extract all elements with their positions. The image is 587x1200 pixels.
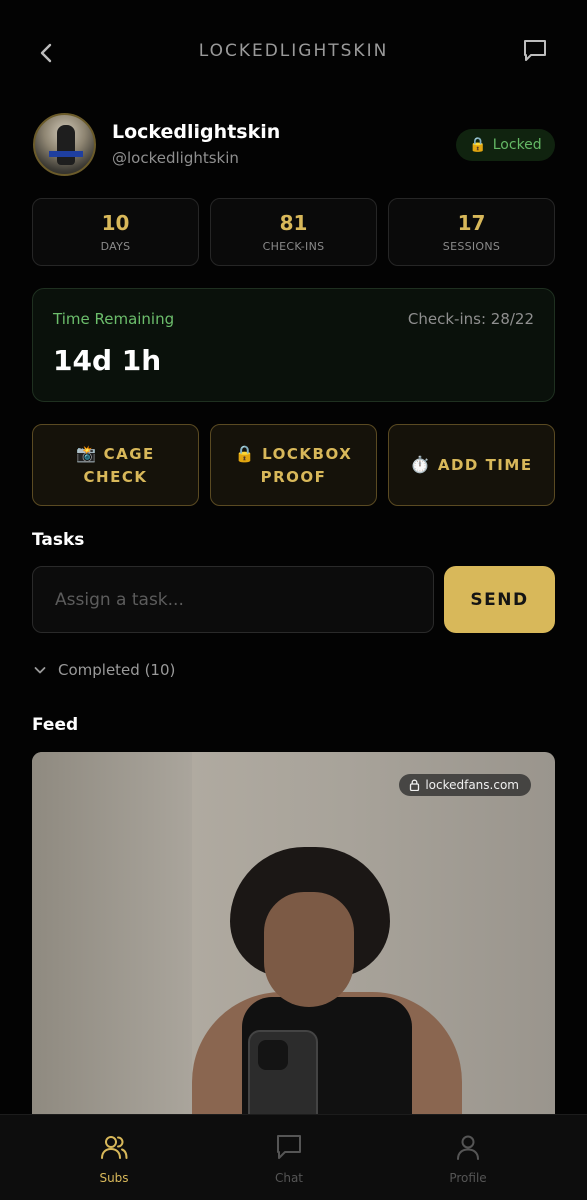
action-line-1: ADD TIME bbox=[437, 456, 533, 474]
stat-check-ins: 81 CHECK-INS bbox=[210, 198, 377, 266]
avatar-figure bbox=[57, 125, 75, 165]
stat-value: 81 bbox=[279, 211, 308, 235]
chevron-down-icon bbox=[34, 667, 46, 674]
add-time-button[interactable]: ⏱️ ADD TIME bbox=[388, 424, 555, 506]
display-name: Lockedlightskin bbox=[112, 121, 281, 143]
add-time-label: ⏱️ ADD TIME bbox=[410, 453, 532, 477]
lock-icon: 🔒 bbox=[469, 137, 487, 153]
action-line-1: LOCKBOX bbox=[262, 444, 353, 463]
stat-value: 10 bbox=[101, 211, 130, 235]
stat-label: DAYS bbox=[100, 240, 131, 253]
action-line-2: CHECK bbox=[83, 467, 148, 486]
cage-check-label: 📸 CAGE CHECK bbox=[76, 442, 155, 489]
tasks-heading: Tasks bbox=[32, 530, 85, 550]
nav-chat[interactable]: Chat bbox=[229, 1133, 349, 1185]
stopwatch-icon: ⏱️ bbox=[410, 455, 432, 474]
watermark-text: lockedfans.com bbox=[425, 778, 519, 792]
stat-sessions: 17 SESSIONS bbox=[388, 198, 555, 266]
lockbox-proof-button[interactable]: 🔒 LOCKBOX PROOF bbox=[210, 424, 377, 506]
completed-toggle[interactable]: Completed (10) bbox=[32, 658, 175, 682]
nav-label: Profile bbox=[449, 1171, 487, 1185]
check-ins-count: Check-ins: 28/22 bbox=[407, 310, 534, 328]
chat-icon bbox=[277, 1135, 301, 1159]
feed-heading: Feed bbox=[32, 715, 79, 735]
nav-profile[interactable]: Profile bbox=[408, 1133, 528, 1185]
send-button[interactable]: SEND bbox=[444, 566, 555, 633]
message-button[interactable] bbox=[516, 32, 554, 70]
username-handle: @lockedlightskin bbox=[112, 149, 239, 167]
status-badge: 🔒 Locked bbox=[456, 129, 555, 161]
stat-value: 17 bbox=[457, 211, 486, 235]
page-title: LOCKEDLIGHTSKIN bbox=[198, 41, 389, 61]
top-bar: LOCKEDLIGHTSKIN bbox=[0, 0, 587, 100]
lock-icon: 🔒 bbox=[234, 443, 257, 463]
stat-days: 10 DAYS bbox=[32, 198, 199, 266]
nav-label: Subs bbox=[99, 1171, 129, 1185]
photo-face bbox=[264, 892, 354, 1007]
avatar-belt bbox=[49, 151, 83, 157]
nav-label: Chat bbox=[274, 1171, 304, 1185]
lock-icon bbox=[410, 779, 420, 791]
photo-phone-camera bbox=[258, 1040, 288, 1070]
action-line-1: CAGE bbox=[103, 444, 155, 463]
action-line-2: PROOF bbox=[260, 467, 327, 486]
completed-label: Completed (10) bbox=[58, 661, 176, 679]
user-icon bbox=[457, 1135, 479, 1160]
photo-wall bbox=[32, 752, 192, 1132]
bottom-nav: Subs Chat Profile bbox=[0, 1114, 587, 1200]
screen: LOCKEDLIGHTSKIN Lockedlightskin @lockedl… bbox=[0, 0, 587, 1200]
stat-label: SESSIONS bbox=[442, 240, 501, 253]
lockbox-proof-label: 🔒 LOCKBOX PROOF bbox=[235, 442, 353, 489]
time-remaining-label: Time Remaining bbox=[53, 310, 175, 328]
message-icon bbox=[524, 40, 546, 61]
status-badge-label: Locked bbox=[492, 137, 542, 153]
cage-check-button[interactable]: 📸 CAGE CHECK bbox=[32, 424, 199, 506]
task-input[interactable] bbox=[32, 566, 434, 633]
nav-subs[interactable]: Subs bbox=[54, 1133, 174, 1185]
avatar[interactable] bbox=[33, 113, 96, 176]
time-remaining-card: Time Remaining Check-ins: 28/22 14d 1h bbox=[32, 288, 555, 402]
users-icon bbox=[101, 1136, 128, 1159]
feed-post-image[interactable]: lockedfans.com bbox=[32, 752, 555, 1132]
camera-icon: 📸 bbox=[76, 443, 98, 463]
watermark-badge: lockedfans.com bbox=[399, 774, 531, 796]
time-remaining-value: 14d 1h bbox=[53, 344, 162, 377]
stat-label: CHECK-INS bbox=[262, 240, 325, 253]
